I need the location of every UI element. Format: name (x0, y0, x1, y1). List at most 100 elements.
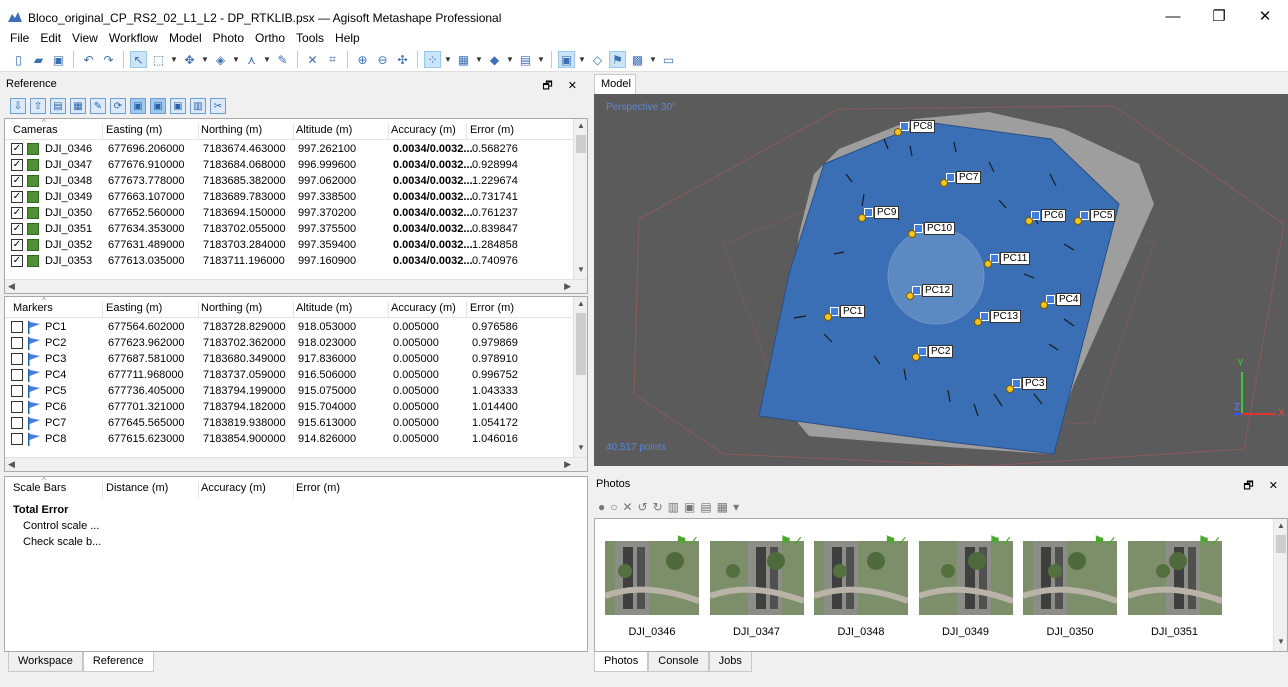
rotate-right-icon[interactable]: ↻ (653, 500, 663, 514)
save-icon[interactable]: ▣ (50, 51, 67, 68)
marker-pc6[interactable]: PC6 (1025, 208, 1067, 225)
camera-row[interactable]: ✓ DJI_0349 677663.107000 7183689.783000 997.… (5, 189, 573, 205)
navigation-cursor-icon[interactable]: ↖ (130, 51, 147, 68)
photo-thumbnail[interactable] (814, 541, 908, 615)
row-checkbox[interactable]: ✓ (11, 175, 23, 187)
column-header-altitude[interactable]: Altitude (m) (296, 124, 389, 140)
camera-row[interactable]: ✓ DJI_0351 677634.353000 7183702.055000 997.… (5, 221, 573, 237)
markers-horizontal-scrollbar[interactable]: ◀ ▶ (5, 457, 587, 471)
photo-thumbnail[interactable] (1023, 541, 1117, 615)
row-checkbox[interactable] (11, 417, 23, 429)
column-header-error[interactable]: Error (m) (296, 482, 389, 498)
ruler-icon[interactable]: ⋏ (243, 51, 260, 68)
chevron-down-icon[interactable]: ▼ (232, 51, 240, 68)
row-checkbox[interactable] (11, 337, 23, 349)
row-checkbox[interactable] (11, 385, 23, 397)
show-markers-icon[interactable]: ⚑ (609, 51, 626, 68)
show-masks-icon[interactable]: ▣ (684, 500, 695, 514)
marker-pc1[interactable]: PC1 (824, 304, 866, 321)
marker-pc8[interactable]: PC8 (894, 119, 936, 136)
marker-row[interactable]: PC4 677711.968000 7183737.059000 916.506000… (5, 367, 573, 383)
column-header-easting[interactable]: Easting (m) (106, 124, 199, 140)
move-object-icon[interactable]: ✥ (181, 51, 198, 68)
camera-row[interactable]: ✓ DJI_0352 677631.489000 7183703.284000 997.… (5, 237, 573, 253)
scroll-left-icon[interactable]: ◀ (8, 459, 15, 470)
menu-view[interactable]: View (72, 30, 98, 48)
menu-edit[interactable]: Edit (40, 30, 61, 48)
marker-row[interactable]: PC8 677615.623000 7183854.900000 914.826000… (5, 431, 573, 447)
row-checkbox[interactable]: ✓ (11, 159, 23, 171)
photo-thumbnail[interactable] (918, 541, 1013, 615)
control-scale-row[interactable]: Control scale ... (5, 518, 573, 534)
scroll-down-icon[interactable]: ▼ (577, 265, 585, 274)
photos-vertical-scrollbar[interactable]: ▲ ▼ (1273, 519, 1287, 651)
marker-pc11[interactable]: PC11 (984, 251, 1031, 268)
row-checkbox[interactable] (11, 369, 23, 381)
row-checkbox[interactable] (11, 321, 23, 333)
column-header-markers[interactable]: Markers (13, 302, 103, 318)
marker-pc9[interactable]: PC9 (858, 205, 900, 222)
table-icon[interactable]: ▥ (190, 98, 206, 114)
menu-photo[interactable]: Photo (213, 30, 244, 48)
marker-pc3[interactable]: PC3 (1006, 376, 1048, 393)
scroll-right-icon[interactable]: ▶ (564, 459, 571, 470)
marker-row[interactable]: PC5 677736.405000 7183794.199000 915.075000… (5, 383, 573, 399)
tiled-model-icon[interactable]: ▤ (517, 51, 534, 68)
row-checkbox[interactable]: ✓ (11, 223, 23, 235)
view-source-icon[interactable]: ▣ (130, 98, 146, 114)
cameras-vertical-scrollbar[interactable]: ▲ ▼ (573, 119, 587, 280)
tools-icon[interactable]: ✂ (210, 98, 226, 114)
show-info-icon[interactable]: ▤ (700, 500, 711, 514)
chevron-down-icon[interactable]: ▼ (506, 51, 514, 68)
minimize-button[interactable]: — (1150, 0, 1196, 32)
marker-pc10[interactable]: PC10 (908, 221, 956, 238)
column-header-easting[interactable]: Easting (m) (106, 302, 199, 318)
marker-pc13[interactable]: PC13 (974, 309, 1022, 326)
chevron-down-icon[interactable]: ▼ (537, 51, 545, 68)
redo-icon[interactable]: ↷ (100, 51, 117, 68)
row-checkbox[interactable] (11, 433, 23, 445)
delete-selection-icon[interactable]: ✕ (304, 51, 321, 68)
dense-cloud-icon[interactable]: ▦ (455, 51, 472, 68)
tab-console[interactable]: Console (648, 652, 709, 672)
zoom-in-icon[interactable]: ⊕ (354, 51, 371, 68)
show-shapes-icon[interactable]: ◇ (589, 51, 606, 68)
column-header-distance[interactable]: Distance (m) (106, 482, 199, 498)
total-error-row[interactable]: Total Error (5, 502, 573, 518)
scroll-thumb[interactable] (576, 313, 586, 375)
column-header-northing[interactable]: Northing (m) (201, 302, 294, 318)
rotate-left-icon[interactable]: ↺ (638, 500, 648, 514)
row-checkbox[interactable] (11, 401, 23, 413)
check-scale-row[interactable]: Check scale b... (5, 534, 573, 550)
tab-model[interactable]: Model (594, 74, 636, 94)
restore-button[interactable]: ❐ (1196, 0, 1242, 32)
chevron-down-icon[interactable]: ▾ (733, 500, 739, 514)
camera-row[interactable]: ✓ DJI_0347 677676.910000 7183684.068000 996.… (5, 157, 573, 173)
camera-row[interactable]: ✓ DJI_0346 677696.206000 7183674.463000 997.… (5, 141, 573, 157)
optimize-cameras-icon[interactable]: ✎ (90, 98, 106, 114)
tab-photos[interactable]: Photos (594, 652, 649, 672)
model-shaded-icon[interactable]: ◆ (486, 51, 503, 68)
marker-row[interactable]: PC7 677645.565000 7183819.938000 915.613000… (5, 415, 573, 431)
view-estimated-icon[interactable]: ▣ (150, 98, 166, 114)
settings-reference-icon[interactable]: ▦ (70, 98, 86, 114)
print-icon[interactable]: ▭ (660, 51, 677, 68)
marker-row[interactable]: PC1 677564.602000 7183728.829000 918.053000… (5, 319, 573, 335)
scroll-up-icon[interactable]: ▲ (577, 121, 585, 130)
draw-polyline-icon[interactable]: ✎ (274, 51, 291, 68)
menu-model[interactable]: Model (169, 30, 202, 48)
column-header-accuracy[interactable]: Accuracy (m) (391, 302, 467, 318)
show-region-icon[interactable]: ▩ (629, 51, 646, 68)
chevron-down-icon[interactable]: ▼ (263, 51, 271, 68)
menu-help[interactable]: Help (335, 30, 360, 48)
marker-pc4[interactable]: PC4 (1040, 292, 1082, 309)
reset-view-icon[interactable]: ✣ (394, 51, 411, 68)
row-checkbox[interactable] (11, 353, 23, 365)
photo-thumbnail[interactable] (1127, 541, 1222, 615)
photo-thumbnail[interactable] (605, 541, 699, 615)
row-checkbox[interactable]: ✓ (11, 191, 23, 203)
marker-row[interactable]: PC3 677687.581000 7183680.349000 917.836000… (5, 351, 573, 367)
new-file-icon[interactable]: ▯ (10, 51, 27, 68)
enable-cameras-icon[interactable]: ● (598, 500, 605, 514)
column-header-accuracy[interactable]: Accuracy (m) (391, 124, 467, 140)
